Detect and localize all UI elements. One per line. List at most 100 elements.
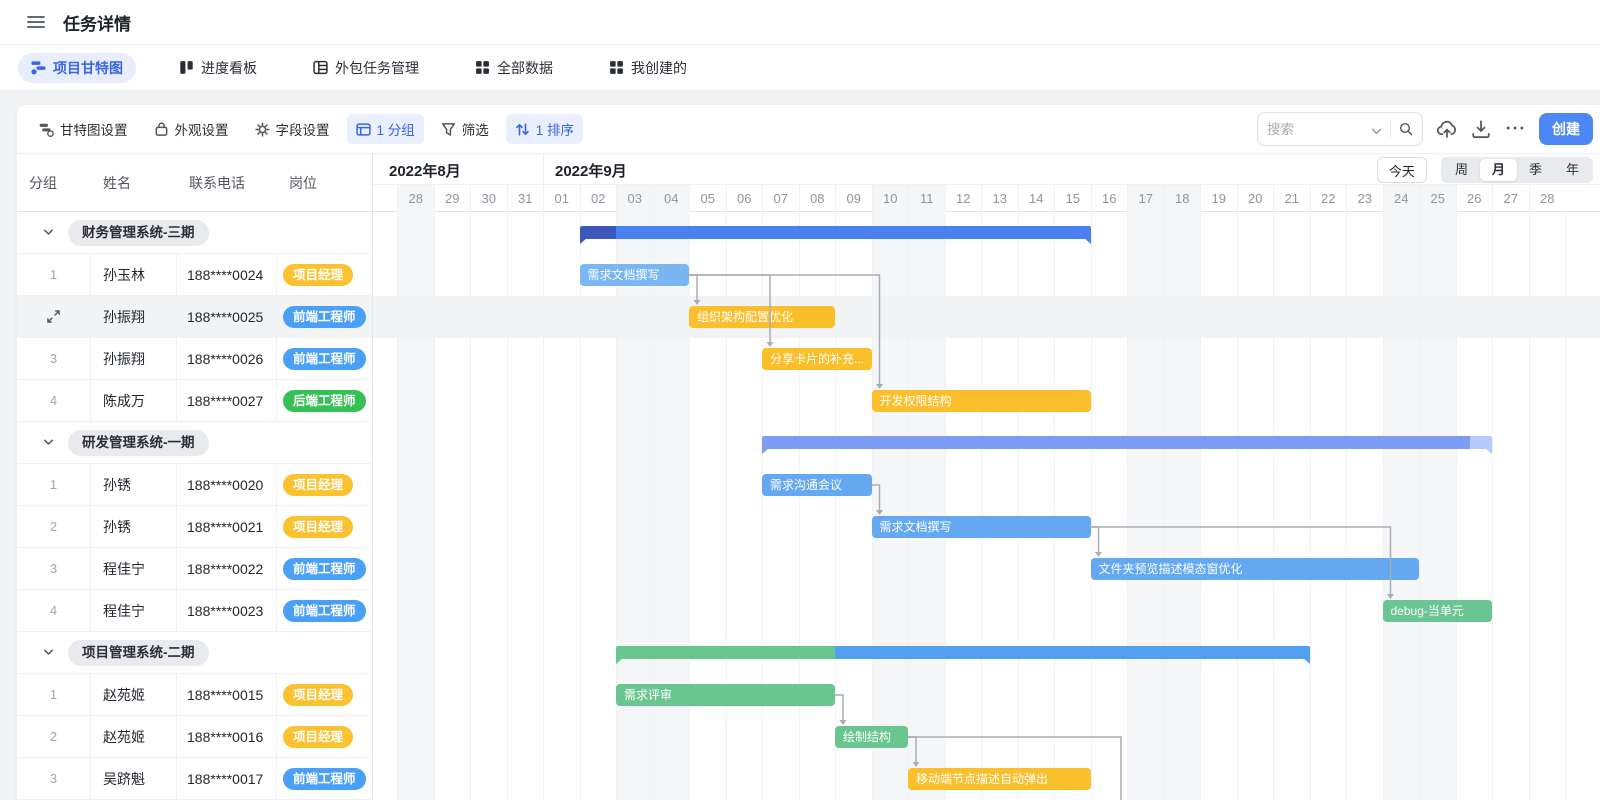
tool-label: 字段设置 xyxy=(276,119,330,139)
column-header-姓名: 姓名 xyxy=(91,173,177,193)
tab-进度看板[interactable]: 进度看板 xyxy=(166,53,270,83)
task-bar[interactable]: debug-当单元 xyxy=(1383,600,1493,622)
task-bar[interactable]: 文件夹预览描述模态窗优化 xyxy=(1091,558,1420,580)
more-ellipsis-icon[interactable] xyxy=(1505,119,1525,139)
table-row[interactable]: 4程佳宁188****0023前端工程师 xyxy=(17,590,372,632)
chevron-down-icon[interactable] xyxy=(1371,124,1382,135)
search-icon[interactable] xyxy=(1399,122,1413,136)
summary-bar[interactable] xyxy=(762,436,1492,449)
table-row[interactable]: 1孙玉林188****0024项目经理 xyxy=(17,254,372,296)
gantt-settings-icon xyxy=(39,122,54,137)
tab-项目甘特图[interactable]: 项目甘特图 xyxy=(18,53,136,83)
gridline xyxy=(1164,212,1165,800)
day-header-cell: 23 xyxy=(1346,185,1383,212)
table-row[interactable]: 2孙锈188****0021项目经理 xyxy=(17,506,372,548)
expand-icon[interactable] xyxy=(46,309,61,324)
zoom-option-年[interactable]: 年 xyxy=(1554,159,1591,181)
link-arrowhead xyxy=(840,720,847,725)
group-chevron-down-icon[interactable] xyxy=(43,227,54,238)
day-header-cell: 01 xyxy=(543,185,580,212)
today-button[interactable]: 今天 xyxy=(1377,157,1427,183)
gantt-pane: 2022年8月2022年9月 2829303101020304050607080… xyxy=(372,154,1600,800)
task-bar[interactable]: 组织架构配置优化 xyxy=(689,306,835,328)
tab-label: 进度看板 xyxy=(201,58,257,78)
group-row[interactable]: 财务管理系统-三期 xyxy=(17,212,372,254)
day-header-cell: 10 xyxy=(872,185,909,212)
group-name-pill: 研发管理系统-一期 xyxy=(68,430,209,456)
task-bar[interactable]: 需求沟通会议 xyxy=(762,474,872,496)
tool-外观设置[interactable]: 外观设置 xyxy=(145,114,238,144)
zoom-option-季[interactable]: 季 xyxy=(1517,159,1554,181)
gridline xyxy=(397,212,398,800)
tool-1 分组[interactable]: 1 分组 xyxy=(347,114,424,144)
row-index-cell: 3 xyxy=(17,338,91,379)
tool-字段设置[interactable]: 字段设置 xyxy=(246,114,339,144)
table-row[interactable]: 3吴跻魁188****0017前端工程师 xyxy=(17,758,372,800)
tab-label: 我创建的 xyxy=(631,58,687,78)
gridline xyxy=(689,212,690,800)
cloud-upload-icon[interactable] xyxy=(1437,119,1457,139)
role-badge: 前端工程师 xyxy=(283,306,366,328)
group-row[interactable]: 研发管理系统-一期 xyxy=(17,422,372,464)
hamburger-menu-icon[interactable] xyxy=(27,15,45,29)
tool-label: 1 分组 xyxy=(377,119,415,139)
gantt-body: 需求文档撰写组织架构配置优化分享卡片的补充...开发权限结构需求沟通会议需求文档… xyxy=(373,212,1600,800)
role-badge: 项目经理 xyxy=(283,264,353,286)
tab-全部数据[interactable]: 全部数据 xyxy=(462,53,566,83)
day-header-cell: 25 xyxy=(1419,185,1456,212)
zoom-option-月[interactable]: 月 xyxy=(1480,159,1517,181)
table-row[interactable]: 4陈成万188****0027后端工程师 xyxy=(17,380,372,422)
day-header-cell: 22 xyxy=(1310,185,1347,212)
task-bar[interactable]: 分享卡片的补充... xyxy=(762,348,872,370)
gridline xyxy=(1419,212,1420,800)
dependency-link xyxy=(835,695,843,721)
search-input[interactable] xyxy=(1267,122,1371,137)
gridline xyxy=(1054,212,1055,800)
gridline xyxy=(726,212,727,800)
day-header-cell: 29 xyxy=(434,185,471,212)
gridline xyxy=(908,212,909,800)
role-badge: 项目经理 xyxy=(283,726,353,748)
role-badge: 项目经理 xyxy=(283,474,353,496)
table-row[interactable]: 3程佳宁188****0022前端工程师 xyxy=(17,548,372,590)
table-row[interactable]: 孙振翔188****0025前端工程师 xyxy=(17,296,372,338)
day-header-cell: 28 xyxy=(1529,185,1566,212)
summary-left-cap xyxy=(762,448,769,454)
summary-bar[interactable] xyxy=(580,226,1091,239)
row-index-cell: 1 xyxy=(17,464,91,505)
board-rows-icon xyxy=(313,60,328,75)
role-cell: 前端工程师 xyxy=(277,548,372,589)
table-row[interactable]: 1孙锈188****0020项目经理 xyxy=(17,464,372,506)
tool-筛选[interactable]: 筛选 xyxy=(432,114,498,144)
table-row[interactable]: 3孙振翔188****0026前端工程师 xyxy=(17,338,372,380)
task-bar[interactable]: 绘制结构 xyxy=(835,726,908,748)
zoom-option-周[interactable]: 周 xyxy=(1443,159,1480,181)
group-chevron-down-icon[interactable] xyxy=(43,437,54,448)
phone-cell: 188****0027 xyxy=(177,380,277,421)
phone-cell: 188****0016 xyxy=(177,716,277,757)
summary-right-cap xyxy=(1485,448,1492,454)
tab-我创建的[interactable]: 我创建的 xyxy=(596,53,700,83)
group-chevron-down-icon[interactable] xyxy=(43,647,54,658)
phone-cell: 188****0026 xyxy=(177,338,277,379)
task-bar[interactable]: 需求文档撰写 xyxy=(872,516,1091,538)
top-header: 任务详情 xyxy=(0,0,1600,45)
task-bar[interactable]: 需求文档撰写 xyxy=(580,264,690,286)
table-row[interactable]: 1赵苑姬188****0015项目经理 xyxy=(17,674,372,716)
group-row[interactable]: 项目管理系统-二期 xyxy=(17,632,372,674)
tool-1 排序[interactable]: 1 排序 xyxy=(506,114,583,144)
row-index-cell: 2 xyxy=(17,716,91,757)
tab-外包任务管理[interactable]: 外包任务管理 xyxy=(300,53,432,83)
download-icon[interactable] xyxy=(1471,119,1491,139)
summary-left-cap xyxy=(616,658,623,664)
summary-bar[interactable] xyxy=(616,646,1310,659)
search-box[interactable] xyxy=(1257,112,1423,146)
create-button[interactable]: 创建 xyxy=(1539,113,1593,145)
task-bar[interactable]: 需求评审 xyxy=(616,684,835,706)
table-row[interactable]: 2赵苑姬188****0016 项目经理 xyxy=(17,716,372,758)
name-cell: 赵苑姬 xyxy=(91,716,177,757)
task-bar[interactable]: 开发权限结构 xyxy=(872,390,1091,412)
table-body: 财务管理系统-三期1孙玉林188****0024项目经理孙振翔188****00… xyxy=(17,212,372,800)
task-bar[interactable]: 移动端节点描述自动弹出 xyxy=(908,768,1091,790)
tool-甘特图设置[interactable]: 甘特图设置 xyxy=(30,114,137,144)
